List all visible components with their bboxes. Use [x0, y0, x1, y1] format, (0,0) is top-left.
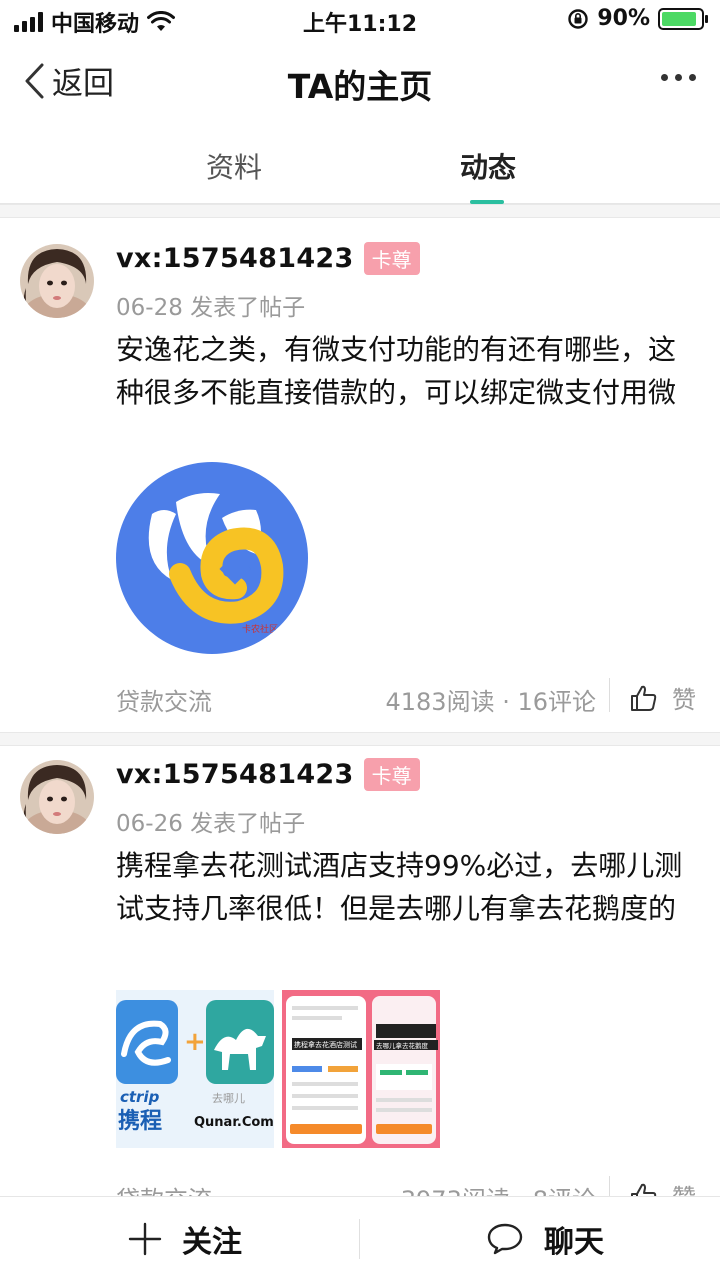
bottom-action-bar: 关注 聊天	[0, 1196, 720, 1280]
post-stats: 4183阅读 · 16评论	[385, 688, 596, 716]
user-level-badge: 卡尊	[363, 758, 420, 791]
plus-icon	[128, 1222, 162, 1256]
status-bar: 中国移动 上午11:12 90%	[0, 0, 720, 40]
avatar[interactable]	[20, 760, 94, 834]
svg-text:携程: 携程	[118, 1108, 162, 1134]
post-item[interactable]: vx:1575481423 卡尊 06-28 发表了帖子 安逸花之类，有微支付功…	[0, 218, 720, 732]
tab-activity[interactable]: 动态	[408, 146, 568, 186]
follow-label: 关注	[182, 1225, 242, 1260]
thumbs-up-icon	[631, 685, 657, 711]
follow-button[interactable]: 关注	[128, 1197, 242, 1280]
more-icon	[661, 74, 668, 81]
svg-text:ctrip: ctrip	[120, 1088, 160, 1106]
like-label: 赞	[672, 686, 696, 714]
username[interactable]: vx:1575481423	[116, 759, 354, 790]
chat-bubble-icon	[487, 1223, 523, 1255]
user-level-badge: 卡尊	[363, 242, 420, 275]
chat-button[interactable]: 聊天	[486, 1197, 604, 1280]
nav-bar: 返回 TA的主页	[0, 44, 720, 120]
battery-icon	[658, 7, 708, 30]
post-content[interactable]: 安逸花之类，有微支付功能的有还有哪些，这种很多不能直接借款的，可以绑定微支付用微	[116, 328, 696, 414]
post-image-thumb[interactable]: 携程拿去花酒店测试 去哪儿拿去花鹅度	[282, 990, 440, 1148]
svg-text:Qunar.Com: Qunar.Com	[194, 1115, 274, 1130]
chat-label: 聊天	[544, 1225, 604, 1260]
image-watermark: 卡农社区	[242, 623, 278, 635]
section-divider	[0, 204, 720, 218]
post-meta: 06-28 发表了帖子	[116, 295, 306, 321]
svg-text:+: +	[184, 1027, 206, 1057]
post-footer: 贷款交流 4183阅读 · 16评论 赞	[116, 678, 696, 718]
post-category[interactable]: 贷款交流	[116, 682, 212, 717]
profile-tabs: 资料 动态	[0, 130, 720, 204]
svg-text:去哪儿: 去哪儿	[212, 1092, 245, 1105]
orientation-lock-icon	[568, 8, 589, 29]
avatar[interactable]	[20, 244, 94, 318]
svg-text:携程拿去花酒店测试: 携程拿去花酒店测试	[294, 1040, 357, 1049]
more-options-button[interactable]	[661, 74, 696, 81]
battery-percent: 90%	[597, 6, 650, 31]
tab-profile-info[interactable]: 资料	[154, 146, 314, 186]
username[interactable]: vx:1575481423	[116, 243, 354, 274]
post-image[interactable]: 卡农社区	[116, 462, 308, 654]
post-meta: 06-26 发表了帖子	[116, 811, 306, 837]
post-image-thumb[interactable]: + ctrip 携程 去哪儿 Qunar.Com	[116, 990, 274, 1148]
profile-page: 中国移动 上午11:12 90% 返回 TA的主页 资料 动态 vx:15754…	[0, 0, 720, 1280]
like-button[interactable]: 赞	[630, 680, 696, 715]
post-content[interactable]: 携程拿去花测试酒店支持99%必过，去哪儿测试支持几率很低！但是去哪儿有拿去花鹅度…	[116, 844, 696, 930]
svg-text:去哪儿拿去花鹅度: 去哪儿拿去花鹅度	[376, 1041, 429, 1050]
post-item[interactable]: vx:1575481423 卡尊 06-26 发表了帖子 携程拿去花测试酒店支持…	[0, 734, 720, 1214]
page-title: TA的主页	[287, 67, 433, 106]
